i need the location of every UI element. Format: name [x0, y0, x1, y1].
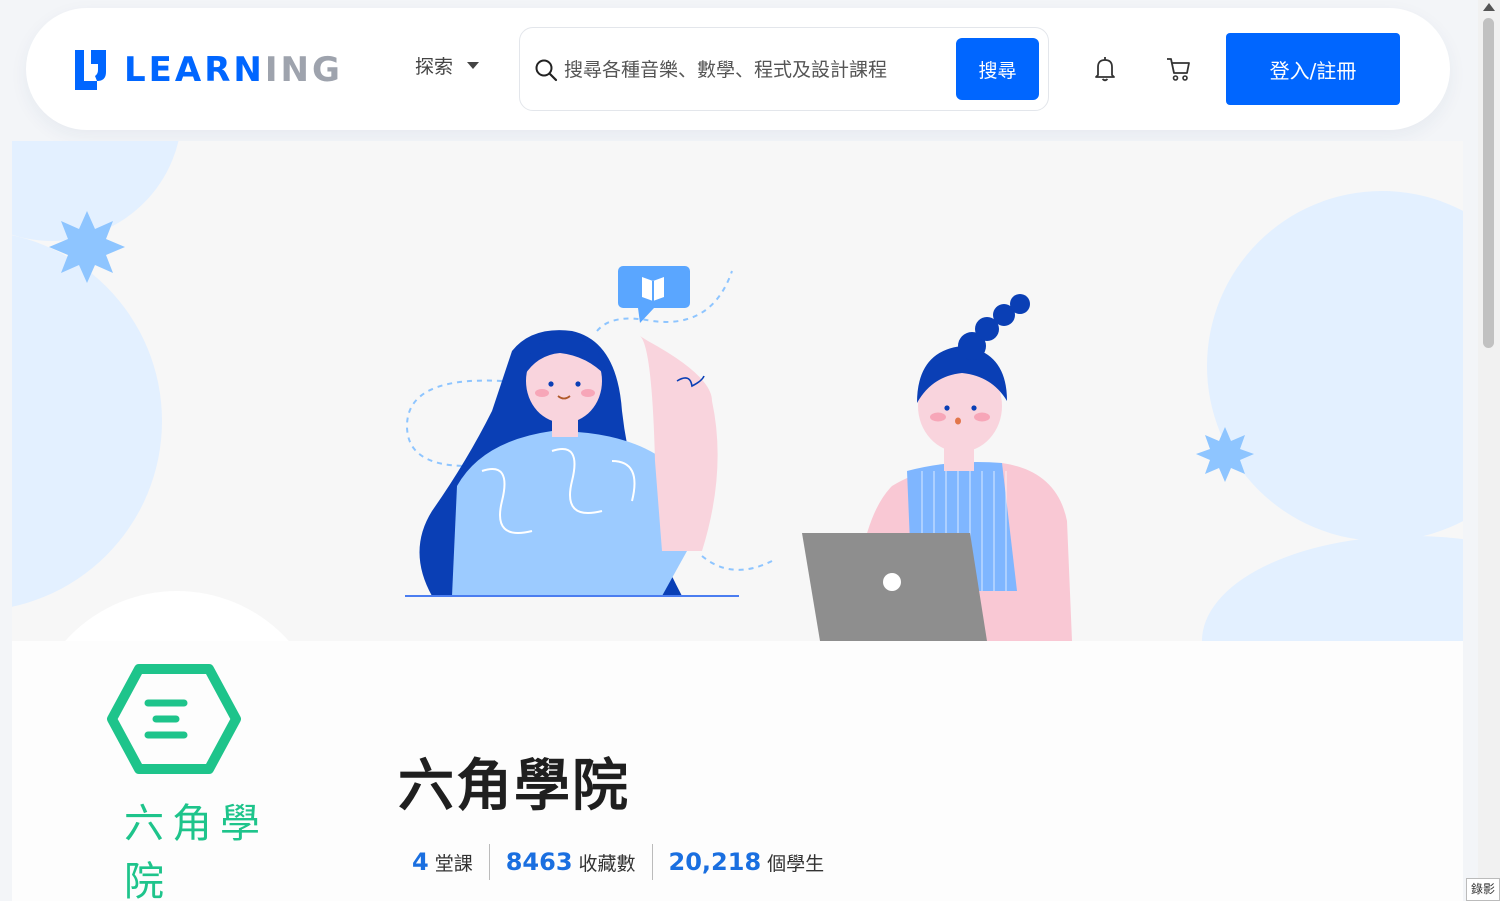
logo-text-blue: LEARN — [124, 50, 265, 90]
stat-courses-label: 堂課 — [434, 853, 473, 875]
search-bar: 搜尋 — [519, 27, 1049, 111]
scroll-up-arrow-icon[interactable] — [1483, 3, 1495, 11]
vertical-scrollbar[interactable] — [1478, 0, 1500, 901]
search-icon — [534, 58, 558, 82]
logo-text-gray: ING — [264, 50, 343, 90]
cart-icon[interactable] — [1164, 54, 1194, 84]
page: LEARNING 探索 搜尋各種音樂、數學、程式及設計課程 搜尋 登入/註冊 六… — [0, 0, 1500, 901]
caret-down-icon — [467, 62, 480, 69]
corner-tag[interactable]: 錄影 — [1466, 878, 1500, 901]
stat-students-value: 20,218 — [668, 848, 762, 876]
stat-courses-value: 4 — [412, 848, 429, 876]
top-navbar: LEARNING 探索 搜尋各種音樂、數學、程式及設計課程 搜尋 登入/註冊 — [26, 8, 1450, 130]
search-input[interactable] — [564, 50, 944, 90]
logo-wordmark: LEARNING — [124, 50, 343, 90]
logo-mark-icon — [75, 50, 106, 90]
school-logo-text: 六角學院 — [124, 801, 268, 901]
school-logo: 六角學院 — [64, 651, 284, 901]
cover-banner — [12, 141, 1463, 641]
stat-favorites-value: 8463 — [505, 848, 573, 876]
bell-icon[interactable] — [1090, 54, 1120, 84]
stat-courses: 4 堂課 — [412, 844, 489, 880]
login-register-button[interactable]: 登入/註冊 — [1226, 33, 1400, 105]
school-stats: 4 堂課 8463 收藏數 20,218 個學生 — [412, 844, 840, 880]
explore-dropdown[interactable]: 探索 — [415, 52, 480, 79]
banner-illustration — [12, 141, 1463, 641]
header-area: LEARNING 探索 搜尋各種音樂、數學、程式及設計課程 搜尋 登入/註冊 — [0, 0, 1478, 140]
explore-label: 探索 — [415, 56, 454, 78]
stat-favorites-label: 收藏數 — [578, 853, 636, 875]
school-info-section: 六角學院 六角學院 4 堂課 8463 收藏數 20,218 個學生 — [12, 641, 1463, 901]
search-button[interactable]: 搜尋 — [956, 38, 1039, 100]
site-logo[interactable]: LEARNING — [75, 50, 343, 90]
scrollbar-thumb[interactable] — [1483, 18, 1494, 348]
hexagon-logo-icon — [107, 664, 241, 774]
stat-students-label: 個學生 — [767, 853, 825, 875]
stat-favorites: 8463 收藏數 — [488, 844, 652, 880]
school-name-title: 六角學院 — [398, 754, 630, 819]
stat-students: 20,218 個學生 — [651, 844, 841, 880]
